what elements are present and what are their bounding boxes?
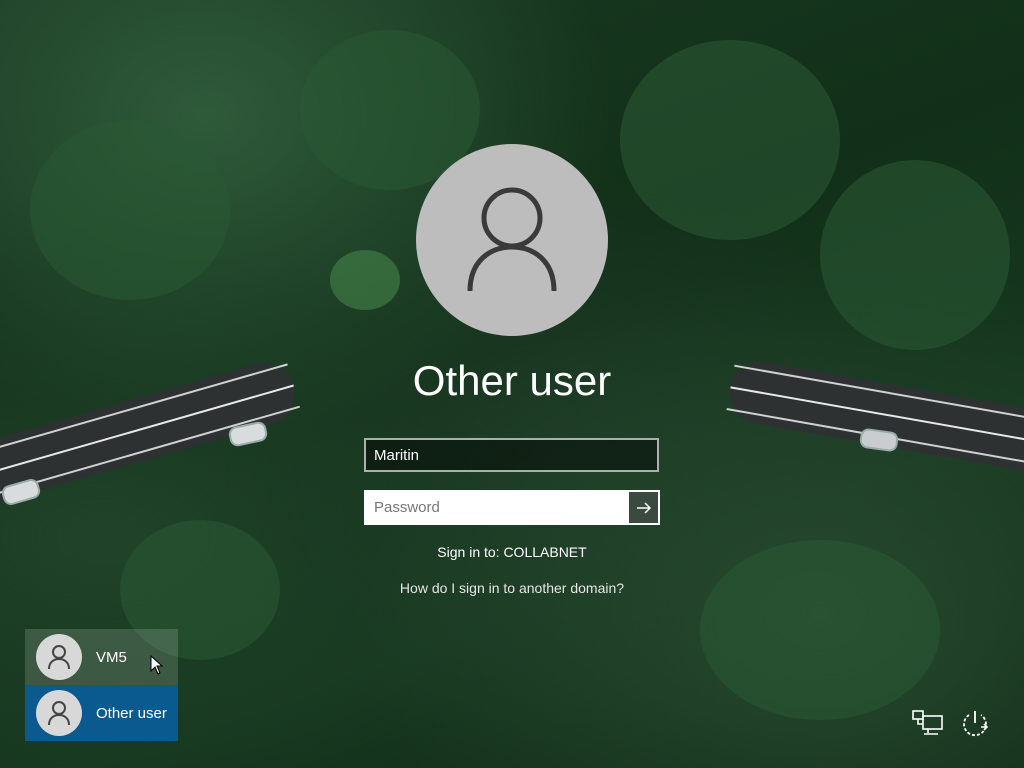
user-name: Other user <box>96 704 167 722</box>
user-tile-other-user[interactable]: Other user <box>25 685 178 741</box>
user-silhouette-icon <box>48 645 70 670</box>
power-button[interactable] <box>958 706 992 740</box>
user-avatar-large <box>416 144 608 336</box>
avatar <box>36 690 82 736</box>
password-group <box>364 490 660 525</box>
password-field[interactable] <box>364 490 627 525</box>
user-name: VM5 <box>96 648 127 666</box>
user-silhouette-icon <box>48 701 70 726</box>
submit-button[interactable] <box>627 490 660 525</box>
avatar <box>36 634 82 680</box>
user-list: VM5 Other user <box>25 629 178 741</box>
user-silhouette-icon <box>467 187 557 292</box>
power-icon <box>963 711 989 737</box>
page-title: Other user <box>412 357 612 404</box>
network-icon <box>912 710 943 735</box>
network-button[interactable] <box>911 706 945 740</box>
mouse-cursor-icon <box>150 655 164 675</box>
sign-in-domain-label: Sign in to: COLLABNET <box>437 544 587 560</box>
arrow-right-icon <box>636 501 651 514</box>
domain-help-link[interactable]: How do I sign in to another domain? <box>0 580 1024 596</box>
username-field[interactable] <box>364 438 659 472</box>
